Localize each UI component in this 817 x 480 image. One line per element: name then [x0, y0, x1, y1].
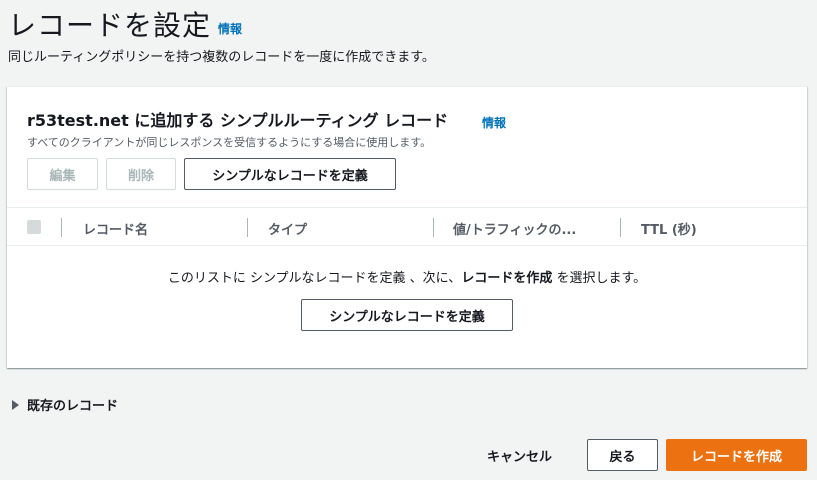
- column-divider[interactable]: [247, 218, 248, 237]
- empty-message-suffix: を選択します。: [552, 271, 647, 286]
- empty-message-emphasis: レコードを作成: [461, 271, 553, 286]
- select-all-checkbox[interactable]: [27, 220, 41, 234]
- existing-records-toggle[interactable]: 既存のレコード: [12, 395, 118, 414]
- records-table-header: レコード名 タイプ 値/トラフィックの... TTL (秒): [7, 207, 807, 246]
- cancel-button[interactable]: キャンセル: [487, 446, 552, 465]
- column-record-name[interactable]: レコード名: [83, 219, 148, 238]
- panel-description: すべてのクライアントが同じレスポンスを受信するようにする場合に使用します。: [27, 136, 432, 149]
- column-divider[interactable]: [620, 218, 621, 237]
- define-simple-record-empty-button[interactable]: シンプルなレコードを定義: [301, 299, 513, 331]
- empty-state-message: このリストに シンプルなレコードを定義 、次に、レコードを作成 を選択します。: [7, 267, 807, 286]
- panel-info-link[interactable]: 情報: [482, 114, 506, 131]
- column-type[interactable]: タイプ: [268, 219, 307, 238]
- page: レコードを設定 情報 同じルーティングポリシーを持つ複数のレコードを一度に作成で…: [0, 0, 817, 480]
- panel-title: r53test.net に追加する シンプルルーティング レコード: [27, 111, 449, 130]
- column-value[interactable]: 値/トラフィックの...: [453, 219, 576, 238]
- page-title: レコードを設定: [8, 9, 212, 42]
- delete-button[interactable]: 削除: [106, 158, 176, 190]
- define-simple-record-button[interactable]: シンプルなレコードを定義: [184, 158, 396, 190]
- header-info-link[interactable]: 情報: [218, 20, 242, 37]
- caret-right-icon: [12, 399, 19, 410]
- column-divider[interactable]: [433, 218, 434, 237]
- page-description: 同じルーティングポリシーを持つ複数のレコードを一度に作成できます。: [8, 50, 435, 65]
- column-divider[interactable]: [61, 218, 62, 237]
- records-panel: r53test.net に追加する シンプルルーティング レコード 情報 すべて…: [7, 86, 807, 368]
- create-records-button[interactable]: レコードを作成: [666, 439, 807, 471]
- existing-records-label: 既存のレコード: [27, 399, 119, 414]
- back-button[interactable]: 戻る: [587, 439, 658, 471]
- column-ttl[interactable]: TTL (秒): [641, 219, 697, 238]
- empty-message-prefix: このリストに シンプルなレコードを定義 、次に、: [167, 271, 462, 286]
- edit-button[interactable]: 編集: [27, 158, 98, 190]
